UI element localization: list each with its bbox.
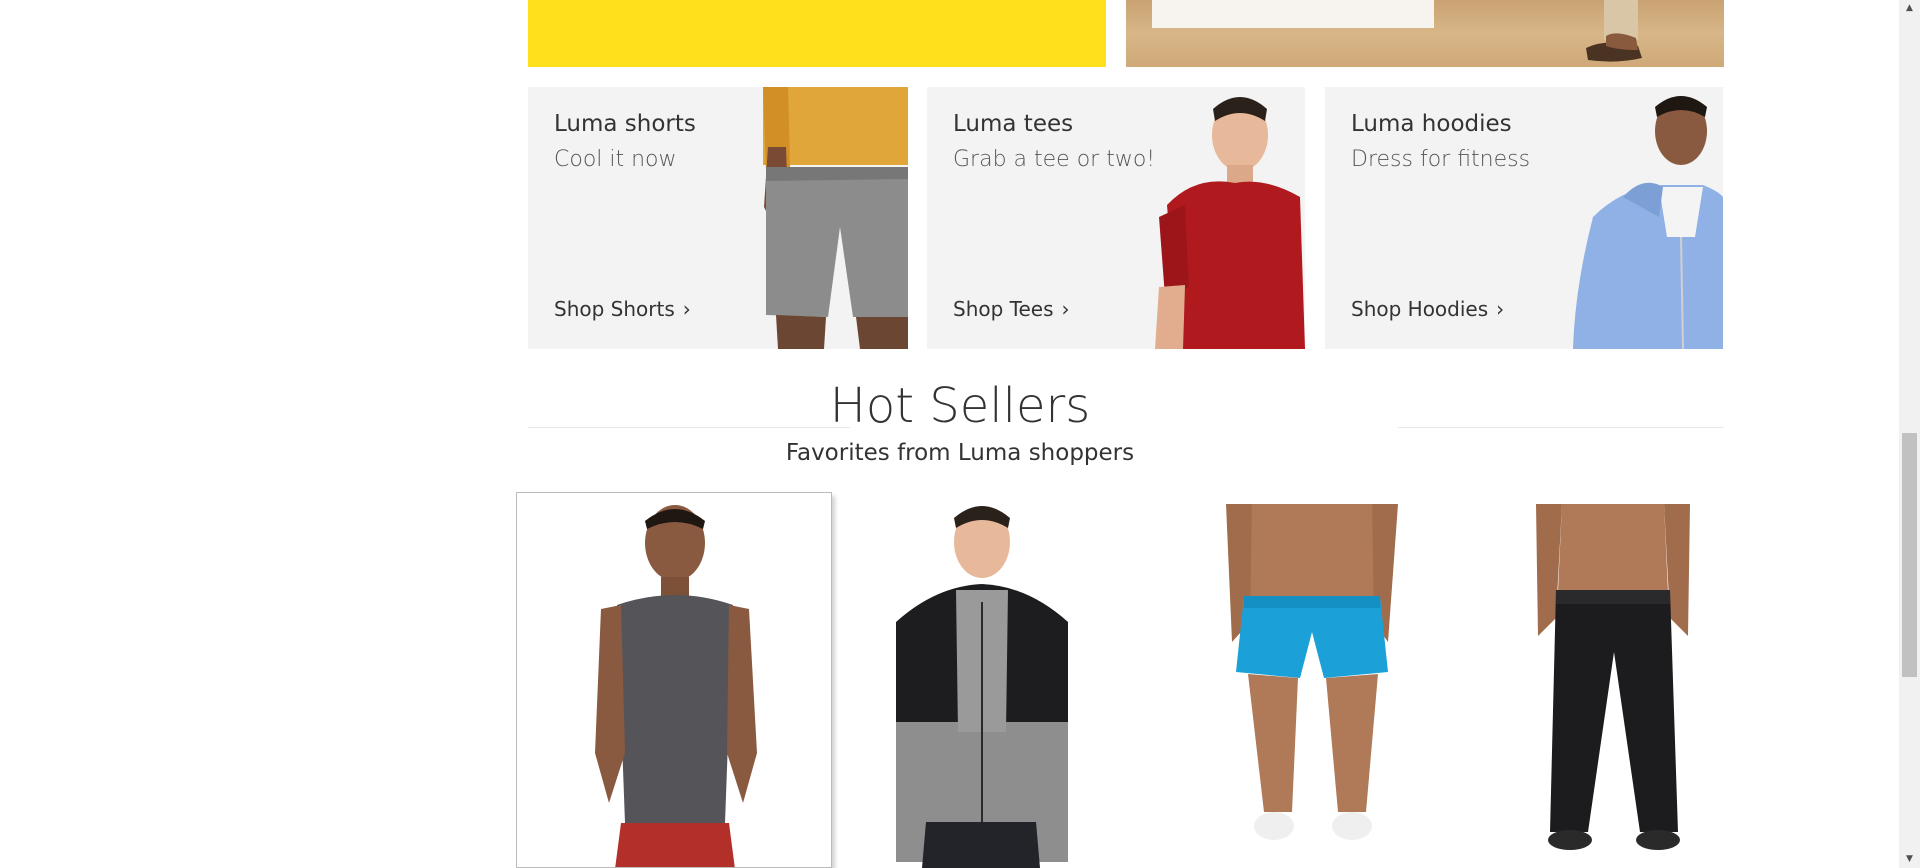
chevron-right-icon: › [1496,297,1505,321]
product-card[interactable] [1452,492,1768,868]
tile-title: Luma shorts [554,111,696,137]
category-tile-tees[interactable]: Luma tees Grab a tee or two! Shop Tees › [927,87,1305,349]
tile-subtitle: Dress for fitness [1351,147,1531,172]
promo-banner-beach[interactable] [1126,0,1724,67]
tile-title: Luma hoodies [1351,111,1512,137]
tile-link-label: Shop Shorts [554,297,675,321]
chevron-right-icon: › [1061,297,1070,321]
promo-banner-card [1152,0,1434,28]
pants-product-image [1536,504,1690,850]
scroll-down-icon[interactable]: ▼ [1899,851,1920,868]
shop-shorts-link[interactable]: Shop Shorts › [554,297,691,321]
hot-sellers-heading: Hot Sellers [829,378,1091,434]
product-card[interactable] [1152,492,1468,868]
product-card[interactable] [516,492,832,868]
promo-banner-yellow[interactable] [528,0,1106,67]
shop-hoodies-link[interactable]: Shop Hoodies › [1351,297,1504,321]
tile-link-label: Shop Hoodies [1351,297,1489,321]
tank-top-product-image [595,505,757,867]
shorts-model-image [763,87,908,349]
page-scrollbar[interactable]: ▲ ▼ [1899,0,1920,868]
chevron-right-icon: › [682,297,691,321]
hot-sellers-subheading: Favorites from Luma shoppers [785,440,1135,466]
product-card[interactable] [836,492,1152,868]
category-tile-shorts[interactable]: Luma shorts Cool it now Shop Shorts › [528,87,908,349]
scroll-up-icon[interactable]: ▲ [1899,0,1920,17]
tile-subtitle: Cool it now [554,147,677,172]
tile-subtitle: Grab a tee or two! [953,147,1156,172]
hoodie-product-image [896,506,1068,868]
page: Luma shorts Cool it now Shop Shorts › Lu… [0,0,1920,868]
scrollbar-thumb[interactable] [1902,433,1917,677]
shop-tees-link[interactable]: Shop Tees › [953,297,1070,321]
person-feet-image [1586,0,1642,62]
shorts-product-image [1226,504,1398,840]
hoodie-model-image [1573,96,1723,349]
category-tile-hoodies[interactable]: Luma hoodies Dress for fitness Shop Hood… [1325,87,1723,349]
tile-link-label: Shop Tees [953,297,1054,321]
tee-model-image [1155,97,1305,349]
tile-title: Luma tees [953,111,1074,137]
